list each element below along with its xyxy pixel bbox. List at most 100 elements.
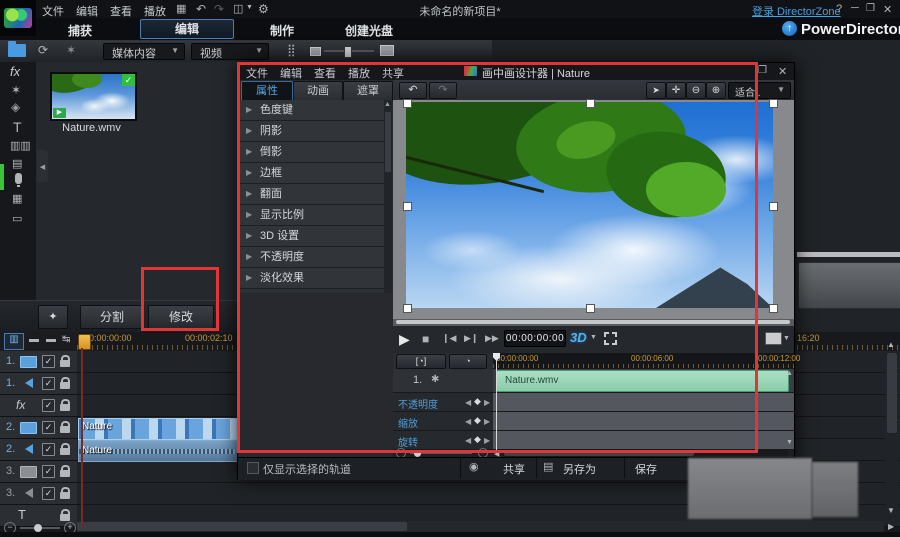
track-enable-checkbox[interactable]: ✓	[42, 443, 55, 456]
view-grid-icon[interactable]: ⣿	[287, 43, 296, 57]
track-header-v2[interactable]: 2. ✓	[0, 417, 78, 439]
particle-room-icon[interactable]: ◈	[11, 100, 20, 114]
timeline-zoom-thumb[interactable]	[34, 524, 42, 532]
hand-pan-icon[interactable]: ✛	[666, 82, 686, 99]
thumb-size-slider[interactable]	[324, 50, 374, 52]
track-enable-checkbox[interactable]: ✓	[42, 377, 55, 390]
kf-vscroll-up-icon[interactable]: ▲	[786, 370, 793, 377]
property-shadow[interactable]: ▶阴影	[238, 121, 384, 142]
kf-add-diamond-icon[interactable]: ◆	[474, 396, 481, 407]
minimize-icon[interactable]: ─	[851, 2, 859, 14]
split-button[interactable]: 分割	[80, 305, 144, 329]
modify-button[interactable]: 修改	[148, 305, 214, 329]
lock-icon[interactable]	[60, 492, 70, 499]
kf-clock-bracket-button[interactable]: [◔]	[396, 354, 446, 369]
kf-next-icon[interactable]: ▶	[484, 417, 490, 426]
menu-file[interactable]: 文件	[42, 3, 64, 19]
track-enable-checkbox[interactable]: ✓	[42, 355, 55, 368]
lock-icon[interactable]	[60, 404, 70, 411]
property-scrollbar[interactable]: ▲	[384, 100, 392, 293]
track-manager-icon[interactable]: ▬	[46, 334, 56, 345]
property-fade[interactable]: ▶淡化效果	[238, 268, 384, 289]
subtitle-room-icon[interactable]: ▭	[12, 212, 22, 225]
dialog-menu-edit[interactable]: 编辑	[280, 65, 302, 81]
timeline-zoom-slider[interactable]	[20, 527, 60, 529]
dialog-menu-file[interactable]: 文件	[246, 65, 268, 81]
lock-icon[interactable]	[60, 426, 70, 433]
menu-play[interactable]: 播放	[144, 3, 166, 19]
dialog-menu-view[interactable]: 查看	[314, 65, 336, 81]
dialog-tab-properties[interactable]: 属性	[241, 81, 293, 101]
only-selected-checkbox[interactable]	[247, 462, 259, 474]
lock-icon[interactable]	[60, 448, 70, 455]
property-opacity[interactable]: ▶不透明度	[238, 247, 384, 268]
pip-objects-room-icon[interactable]: ✶	[11, 83, 21, 97]
kf-row-rotate-header[interactable]: 旋转 ◀ ◆ ▶	[393, 431, 494, 450]
zoom-out-icon[interactable]: ⊖	[686, 82, 706, 99]
selection-handle-mr[interactable]	[769, 202, 778, 211]
save-as-floppy-icon[interactable]: ▤	[543, 460, 553, 473]
menu-view[interactable]: 查看	[110, 3, 132, 19]
kf-next-icon[interactable]: ▶	[484, 436, 490, 445]
import-media-icon[interactable]	[8, 44, 26, 57]
kf-row-scale-lane[interactable]	[493, 412, 794, 431]
kf-hscroll-thumb[interactable]	[504, 451, 694, 456]
display-mode-monitor-icon[interactable]	[765, 332, 782, 345]
media-filter-dropdown[interactable]: 视频 ▼	[191, 43, 269, 60]
transition-room-icon[interactable]: ▥▥	[10, 139, 31, 152]
timeline-vscroll-thumb[interactable]	[887, 353, 897, 433]
prev-frame-icon[interactable]: ❙◀	[442, 333, 456, 344]
undo-icon[interactable]: ↶	[196, 2, 206, 16]
kf-row-rotate-lane[interactable]	[493, 431, 794, 450]
save-as-button[interactable]: 另存为	[563, 461, 596, 477]
kf-zoom-thumb[interactable]	[414, 450, 421, 457]
property-border[interactable]: ▶边框	[238, 163, 384, 184]
stage-hscroll-thumb[interactable]	[396, 320, 790, 324]
kf-row-opacity-header[interactable]: 不透明度 ◀ ◆ ▶	[393, 393, 494, 412]
kf-zoom-slider[interactable]	[410, 453, 472, 454]
layout-caret-icon[interactable]: ▼	[246, 4, 253, 11]
close-icon[interactable]: ✕	[883, 3, 892, 16]
downloaded-templates-icon[interactable]: ✶	[66, 43, 76, 57]
share-globe-icon[interactable]: ◉	[469, 460, 479, 473]
voice-record-room-icon[interactable]	[15, 173, 22, 184]
timecode-display[interactable]: 00:00:00:00	[504, 330, 566, 347]
track-enable-checkbox[interactable]: ✓	[42, 399, 55, 412]
login-directorzone-link[interactable]: 登录 DirectorZone	[752, 3, 841, 19]
save-button[interactable]: 保存	[635, 461, 657, 477]
kf-prev-icon[interactable]: ◀	[465, 417, 471, 426]
thumb-size-slider-thumb[interactable]	[344, 46, 352, 58]
dialog-tab-motion[interactable]: 动画	[293, 81, 343, 101]
dialog-menu-share[interactable]: 共享	[382, 65, 404, 81]
kf-track-lane[interactable]: Nature.wmv	[493, 369, 794, 393]
dialog-undo-icon[interactable]: ↶	[399, 82, 427, 99]
property-flip[interactable]: ▶翻面	[238, 184, 384, 205]
kf-clock-button[interactable]: ◔	[449, 354, 487, 369]
display-mode-caret-icon[interactable]: ▼	[783, 335, 790, 342]
property-chroma-key[interactable]: ▶色度键	[238, 100, 384, 121]
stop-icon[interactable]: ■	[422, 332, 429, 346]
timeline-hscroll-thumb[interactable]	[77, 522, 407, 531]
sync-library-icon[interactable]: ⟳	[38, 43, 48, 57]
kf-next-icon[interactable]: ▶	[484, 398, 490, 407]
share-button[interactable]: 共享	[503, 461, 525, 477]
kf-prev-icon[interactable]: ◀	[465, 398, 471, 407]
kf-prev-icon[interactable]: ◀	[465, 436, 471, 445]
tab-edit[interactable]: 编辑	[140, 19, 234, 39]
range-select-icon[interactable]: ↹	[62, 334, 70, 345]
preview-seek-bar[interactable]	[797, 252, 900, 257]
vscroll-up-icon[interactable]: ▲	[887, 340, 895, 349]
track-header-fx[interactable]: fx ✓	[0, 395, 78, 417]
tab-capture[interactable]: 捕获	[68, 22, 92, 39]
track-enable-checkbox[interactable]: ✓	[42, 465, 55, 478]
kf-clip[interactable]: Nature.wmv	[496, 370, 789, 392]
selection-handle-bl[interactable]	[403, 304, 412, 313]
selection-handle-tl[interactable]	[403, 99, 412, 108]
magic-wand-button[interactable]: ✦	[38, 305, 68, 329]
timeline-vscrollbar[interactable]	[885, 351, 899, 519]
stage-hscrollbar[interactable]	[393, 319, 794, 326]
kf-ruler[interactable]: 00:00:00:00 00:00:06:00 00:00:12:00	[493, 353, 794, 369]
select-cursor-icon[interactable]: ➤	[646, 82, 666, 99]
selection-handle-bm[interactable]	[586, 304, 595, 313]
lock-icon[interactable]	[60, 470, 70, 477]
